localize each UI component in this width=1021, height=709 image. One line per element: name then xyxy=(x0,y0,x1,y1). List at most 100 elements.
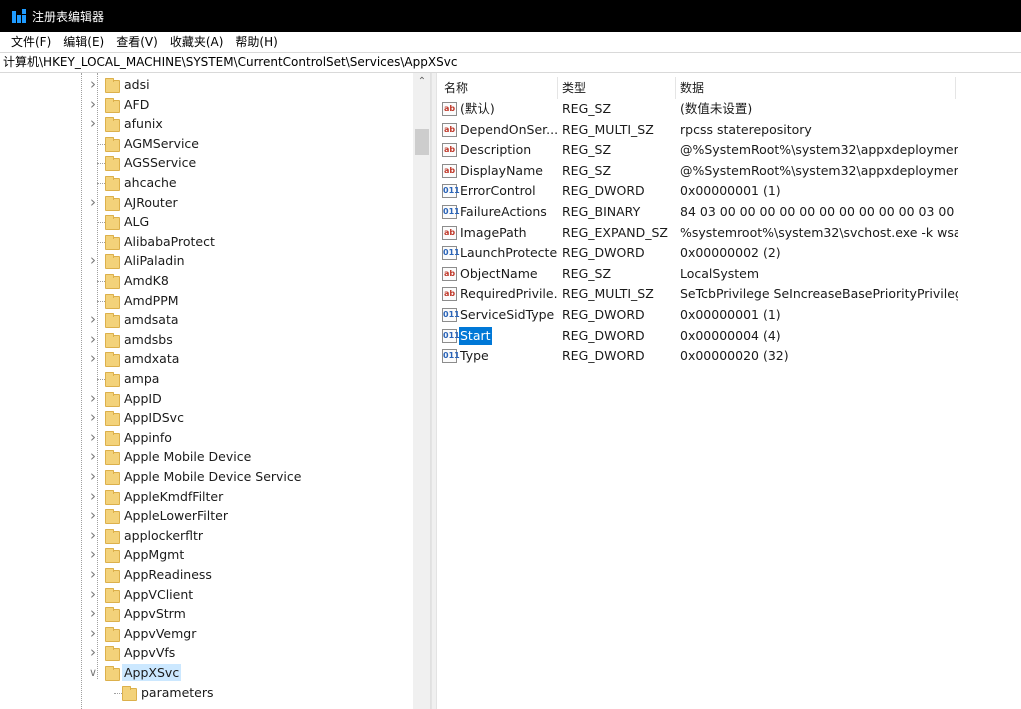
tree-item-label[interactable]: AGSService xyxy=(122,154,198,171)
key-tree[interactable]: › adsi › AFD › afunix AGMService AGSService ahca… xyxy=(0,73,431,709)
tree-item-label[interactable]: ahcache xyxy=(122,174,179,191)
tree-item[interactable]: ahcache xyxy=(0,173,413,193)
tree-item-label[interactable]: AppMgmt xyxy=(122,546,186,563)
tree-item[interactable]: ALG xyxy=(0,212,413,232)
value-row[interactable]: 011 Start REG_DWORD 0x00000004 (4) xyxy=(437,326,1021,347)
tree-item-label[interactable]: Apple Mobile Device Service xyxy=(122,468,303,485)
tree-item[interactable]: AmdK8 xyxy=(0,271,413,291)
tree-item-label[interactable]: AFD xyxy=(122,96,151,113)
tree-item[interactable]: › afunix xyxy=(0,114,413,134)
value-name[interactable]: DependOnSer... xyxy=(459,121,557,139)
chevron-right-icon[interactable]: › xyxy=(88,351,98,366)
value-row[interactable]: 011 ErrorControl REG_DWORD 0x00000001 (1) xyxy=(437,181,1021,202)
chevron-right-icon[interactable]: › xyxy=(88,625,98,640)
tree-item[interactable]: › AppReadiness xyxy=(0,565,413,585)
value-row[interactable]: ab (默认) REG_SZ (数值未设置) xyxy=(437,99,1021,120)
address-path[interactable]: 计算机\HKEY_LOCAL_MACHINE\SYSTEM\CurrentCon… xyxy=(3,55,457,69)
value-row[interactable]: ab Description REG_SZ @%SystemRoot%\system3… xyxy=(437,140,1021,161)
menu-view[interactable]: 查看(V) xyxy=(110,32,164,52)
value-name[interactable]: Type xyxy=(459,347,490,365)
tree-item[interactable]: › amdxata xyxy=(0,349,413,369)
tree-item[interactable]: › AFD xyxy=(0,95,413,115)
tree-item-label[interactable]: AppvVemgr xyxy=(122,625,198,642)
chevron-right-icon[interactable]: › xyxy=(88,96,98,111)
chevron-right-icon[interactable]: › xyxy=(88,469,98,484)
column-header-data[interactable]: 数据 xyxy=(676,77,956,99)
tree-item[interactable]: › Apple Mobile Device Service xyxy=(0,467,413,487)
address-bar[interactable]: 计算机\HKEY_LOCAL_MACHINE\SYSTEM\CurrentCon… xyxy=(0,52,1021,73)
chevron-right-icon[interactable]: › xyxy=(88,116,98,131)
value-row[interactable]: 011 ServiceSidType REG_DWORD 0x00000001 (1) xyxy=(437,305,1021,326)
column-header-name[interactable]: 名称 xyxy=(440,77,558,99)
chevron-right-icon[interactable]: › xyxy=(88,508,98,523)
tree-item-label[interactable]: AliPaladin xyxy=(122,252,187,269)
tree-item[interactable]: › amdsbs xyxy=(0,330,413,350)
tree-item-label[interactable]: parameters xyxy=(139,684,216,701)
chevron-right-icon[interactable]: › xyxy=(88,567,98,582)
value-row[interactable]: 011 LaunchProtected REG_DWORD 0x00000002 (2… xyxy=(437,243,1021,264)
chevron-right-icon[interactable]: › xyxy=(88,645,98,660)
chevron-right-icon[interactable]: › xyxy=(88,194,98,209)
menu-help[interactable]: 帮助(H) xyxy=(229,32,283,52)
tree-item-label[interactable]: AppIDSvc xyxy=(122,409,186,426)
tree-item[interactable]: › applockerfltr xyxy=(0,526,413,546)
tree-item[interactable]: › Appinfo xyxy=(0,428,413,448)
tree-item-label[interactable]: AmdK8 xyxy=(122,272,171,289)
chevron-right-icon[interactable]: › xyxy=(88,586,98,601)
tree-item-label[interactable]: Apple Mobile Device xyxy=(122,448,253,465)
menu-edit[interactable]: 编辑(E) xyxy=(57,32,110,52)
tree-item-label[interactable]: AJRouter xyxy=(122,194,180,211)
tree-item-label[interactable]: applockerfltr xyxy=(122,527,205,544)
tree-item-label[interactable]: amdsbs xyxy=(122,331,175,348)
value-name[interactable]: Description xyxy=(459,141,532,159)
chevron-right-icon[interactable]: › xyxy=(88,410,98,425)
values-list[interactable]: 名称 类型 数据 ab (默认) REG_SZ (数值未设置) ab DependOnSe… xyxy=(437,73,1021,709)
chevron-right-icon[interactable]: › xyxy=(88,429,98,444)
value-name[interactable]: Start xyxy=(459,326,492,345)
chevron-down-icon[interactable]: ∨ xyxy=(88,667,98,679)
value-row[interactable]: 011 Type REG_DWORD 0x00000020 (32) xyxy=(437,346,1021,367)
tree-item-label[interactable]: AppReadiness xyxy=(122,566,214,583)
tree-item[interactable]: › AppvStrm xyxy=(0,604,413,624)
value-name[interactable]: LaunchProtected xyxy=(459,244,557,262)
tree-item[interactable]: › AppID xyxy=(0,389,413,409)
scroll-thumb[interactable] xyxy=(415,129,429,155)
chevron-right-icon[interactable]: › xyxy=(88,253,98,268)
tree-item[interactable]: parameters xyxy=(0,683,413,703)
tree-item[interactable]: ∨ AppXSvc xyxy=(0,663,413,683)
value-row[interactable]: ab RequiredPrivile... REG_MULTI_SZ SeTcbPri… xyxy=(437,284,1021,305)
tree-item-label[interactable]: Appinfo xyxy=(122,429,174,446)
tree-item[interactable]: AlibabaProtect xyxy=(0,232,413,252)
chevron-right-icon[interactable]: › xyxy=(88,331,98,346)
tree-item-label[interactable]: ampa xyxy=(122,370,161,387)
chevron-right-icon[interactable]: › xyxy=(88,449,98,464)
tree-item[interactable]: › AppleKmdfFilter xyxy=(0,487,413,507)
tree-item-label[interactable]: AlibabaProtect xyxy=(122,233,217,250)
tree-item[interactable]: ampa xyxy=(0,369,413,389)
tree-item-label[interactable]: AppVClient xyxy=(122,586,195,603)
tree-item[interactable]: AmdPPM xyxy=(0,291,413,311)
tree-item-label[interactable]: ALG xyxy=(122,213,151,230)
tree-item-label[interactable]: amdsata xyxy=(122,311,181,328)
tree-item[interactable]: › amdsata xyxy=(0,310,413,330)
chevron-right-icon[interactable]: › xyxy=(88,390,98,405)
tree-item[interactable]: › AppleLowerFilter xyxy=(0,506,413,526)
tree-item[interactable]: › AliPaladin xyxy=(0,251,413,271)
tree-item-label[interactable]: afunix xyxy=(122,115,165,132)
tree-item[interactable]: › AppVClient xyxy=(0,585,413,605)
tree-item[interactable]: AGSService xyxy=(0,153,413,173)
tree-item[interactable]: › AJRouter xyxy=(0,193,413,213)
scroll-up-arrow-icon[interactable]: ⌃ xyxy=(413,73,430,90)
value-row[interactable]: ab ObjectName REG_SZ LocalSystem xyxy=(437,264,1021,285)
value-name[interactable]: DisplayName xyxy=(459,162,544,180)
tree-item[interactable]: › AppMgmt xyxy=(0,545,413,565)
chevron-right-icon[interactable]: › xyxy=(88,312,98,327)
value-name[interactable]: (默认) xyxy=(459,100,496,118)
value-row[interactable]: ab DependOnSer... REG_MULTI_SZ rpcss stater… xyxy=(437,120,1021,141)
tree-item[interactable]: › AppIDSvc xyxy=(0,408,413,428)
tree-item-label[interactable]: AppXSvc xyxy=(122,664,182,681)
value-name[interactable]: ErrorControl xyxy=(459,182,537,200)
value-row[interactable]: 011 FailureActions REG_BINARY 84 03 00 00 0… xyxy=(437,202,1021,223)
chevron-right-icon[interactable]: › xyxy=(88,488,98,503)
tree-item[interactable]: › adsi xyxy=(0,75,413,95)
